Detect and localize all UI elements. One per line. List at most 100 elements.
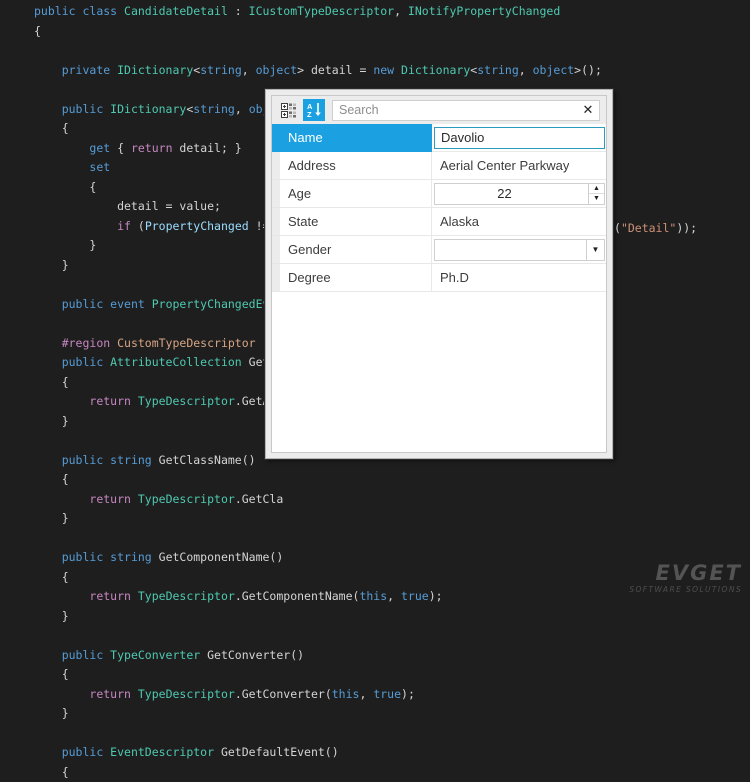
code-token: EventDescriptor (110, 745, 214, 759)
code-token (131, 589, 138, 603)
property-editor-value: Davolio (435, 130, 604, 145)
code-line: return TypeDescriptor.GetConverter(this,… (0, 685, 750, 705)
code-token: { (34, 472, 69, 486)
code-token: return (89, 687, 131, 701)
property-textbox-editor[interactable]: Davolio (434, 127, 605, 149)
property-row-gutter (272, 180, 280, 208)
code-token: return (89, 589, 131, 603)
code-line: public TypeConverter GetConverter() (0, 646, 750, 666)
code-token: >(); (574, 63, 602, 77)
property-name-cell[interactable]: State (280, 208, 432, 236)
code-token: Dictionary (401, 63, 470, 77)
code-token: TypeDescriptor (138, 492, 235, 506)
code-token: TypeDescriptor (138, 394, 235, 408)
search-clear-button[interactable]: ✕ (577, 101, 599, 120)
code-token: public (62, 745, 110, 759)
property-value-cell[interactable]: ▼ (432, 236, 606, 264)
code-token: string (200, 63, 242, 77)
code-token: new (373, 63, 401, 77)
code-line: return TypeDescriptor.GetComponentName(t… (0, 587, 750, 607)
property-value-cell[interactable]: Alaska (432, 208, 606, 236)
search-box[interactable]: ✕ (332, 100, 600, 121)
alphabetical-sort-button[interactable]: A Z (303, 99, 325, 121)
code-token: } (34, 238, 96, 252)
code-token: string (477, 63, 519, 77)
code-token: string (110, 550, 158, 564)
property-grid-panel: A Z ✕ NameDavolioAddressAerial Center Pa… (271, 95, 607, 453)
code-token: this (332, 687, 360, 701)
code-line: } (0, 607, 750, 627)
spinner-down-icon[interactable]: ▼ (589, 194, 604, 204)
property-row[interactable]: State Alaska (272, 208, 606, 236)
code-line (0, 529, 750, 549)
categorized-grid-icon (281, 103, 296, 118)
code-line: private IDictionary<string, object> deta… (0, 61, 750, 81)
code-line: { (0, 22, 750, 42)
property-numeric-editor[interactable]: 22▲▼ (434, 183, 605, 205)
code-token: { (34, 667, 69, 681)
property-name-label: Age (288, 186, 311, 201)
code-token (34, 102, 62, 116)
property-row[interactable]: Gender ▼ (272, 236, 606, 264)
code-token: detail = value; (34, 199, 221, 213)
code-token (34, 219, 117, 233)
code-token: GetDefaultEvent() (214, 745, 339, 759)
code-token (34, 394, 89, 408)
property-value-cell[interactable]: Davolio (432, 124, 606, 152)
categorized-view-button[interactable] (277, 99, 299, 121)
code-token: .GetComponentName( (235, 589, 360, 603)
property-row[interactable]: Age 22▲▼ (272, 180, 606, 208)
property-row-gutter (272, 236, 280, 264)
property-grid-window[interactable]: A Z ✕ NameDavolioAddressAerial Center Pa… (265, 89, 613, 459)
code-token: CandidateDetail (124, 4, 228, 18)
chevron-down-icon[interactable]: ▼ (586, 240, 604, 260)
property-name-cell[interactable]: Gender (280, 236, 432, 264)
code-token: #region (62, 336, 117, 350)
code-line: { (0, 763, 750, 782)
code-token: string (193, 102, 235, 116)
property-value-cell[interactable]: Aerial Center Parkway (432, 152, 606, 180)
code-token: return (89, 492, 131, 506)
property-row[interactable]: DegreePh.D (272, 264, 606, 292)
code-token (34, 160, 89, 174)
code-token: public (62, 648, 110, 662)
code-line: public string GetComponentName() (0, 548, 750, 568)
property-value-text: Aerial Center Parkway (432, 158, 569, 173)
property-name-label: State (288, 214, 318, 229)
code-token: public (62, 297, 110, 311)
code-token: CustomTypeDescriptor (117, 336, 255, 350)
code-token: , (387, 589, 401, 603)
property-value-text: Alaska (432, 214, 479, 229)
code-token: set (89, 160, 110, 174)
property-name-cell[interactable]: Name (280, 124, 432, 152)
numeric-spinner[interactable]: ▲▼ (588, 184, 604, 204)
spinner-up-icon[interactable]: ▲ (589, 184, 604, 195)
property-value-cell[interactable]: Ph.D (432, 264, 606, 292)
code-token: TypeDescriptor (138, 687, 235, 701)
property-name-cell[interactable]: Address (280, 152, 432, 180)
code-token (34, 550, 62, 564)
code-line (0, 626, 750, 646)
code-token: : (228, 4, 249, 18)
code-token: , (242, 63, 256, 77)
code-token: > detail = (297, 63, 373, 77)
property-row-gutter (272, 264, 280, 292)
code-line: { (0, 665, 750, 685)
property-name-cell[interactable]: Age (280, 180, 432, 208)
code-token (34, 336, 62, 350)
property-value-text: Ph.D (432, 270, 469, 285)
property-value-cell[interactable]: 22▲▼ (432, 180, 606, 208)
code-token: PropertyChangedEven (152, 297, 284, 311)
code-token: return (131, 141, 173, 155)
property-name-cell[interactable]: Degree (280, 264, 432, 292)
code-token: INotifyPropertyChanged (408, 4, 560, 18)
code-token: { (34, 24, 41, 38)
code-token: PropertyChanged (145, 219, 249, 233)
search-input[interactable] (333, 101, 577, 120)
property-grid-body[interactable]: NameDavolioAddressAerial Center ParkwayA… (272, 124, 606, 452)
property-combobox-editor[interactable]: ▼ (434, 239, 605, 261)
property-row[interactable]: NameDavolio (272, 124, 606, 152)
code-token: IDictionary (117, 63, 193, 77)
code-token: GetComponentName() (159, 550, 284, 564)
property-row[interactable]: AddressAerial Center Parkway (272, 152, 606, 180)
